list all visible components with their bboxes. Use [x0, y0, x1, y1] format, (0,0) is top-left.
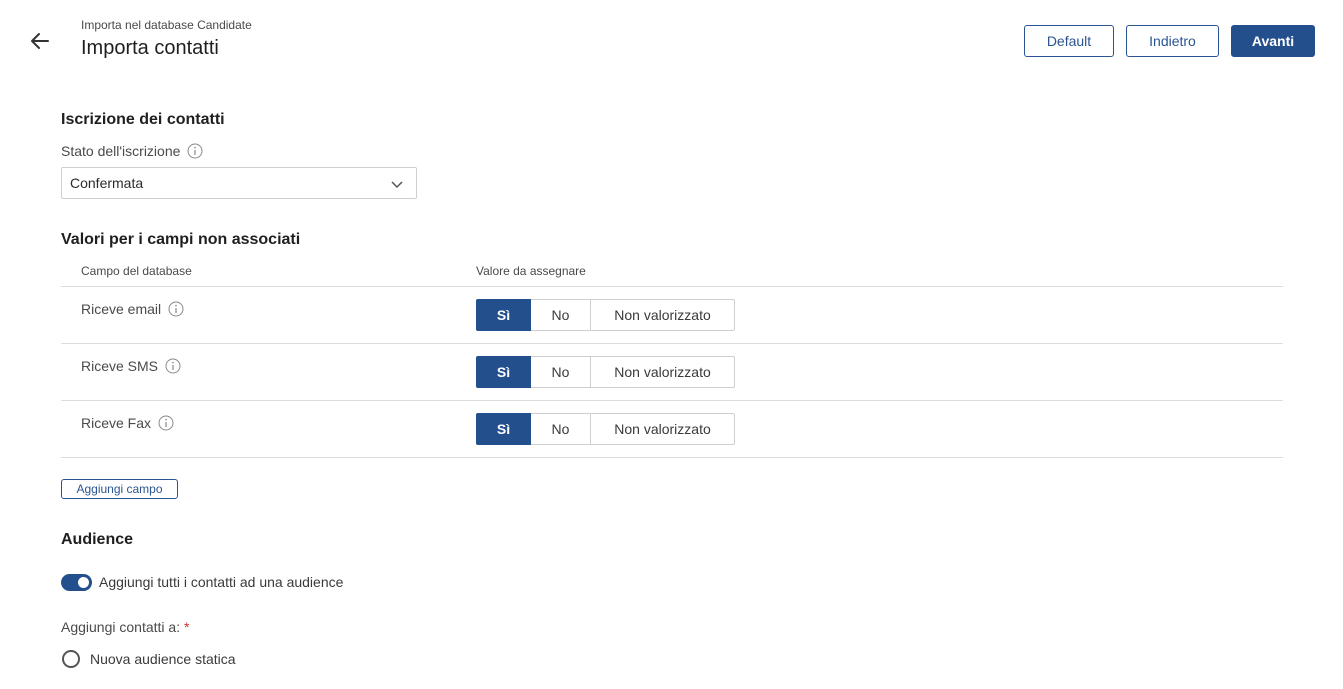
divider: [61, 343, 1283, 344]
option-no[interactable]: No: [531, 413, 591, 445]
option-not-set[interactable]: Non valorizzato: [590, 356, 735, 388]
back-button[interactable]: Indietro: [1126, 25, 1219, 57]
option-yes[interactable]: Sì: [476, 299, 531, 331]
audience-toggle-label: Aggiungi tutti i contatti ad una audienc…: [99, 574, 344, 590]
field-name: Riceve email: [81, 301, 162, 317]
table-row-label: Riceve SMS: [81, 358, 181, 374]
subscription-status-select[interactable]: Confermata: [61, 167, 417, 199]
default-button[interactable]: Default: [1024, 25, 1114, 57]
audience-section-title: Audience: [61, 531, 134, 548]
table-row-label: Riceve Fax: [81, 415, 174, 431]
info-icon[interactable]: [165, 358, 181, 374]
audience-toggle[interactable]: [61, 574, 92, 591]
table-row-label: Riceve email: [81, 301, 184, 317]
value-segmented-control: Sì No Non valorizzato: [476, 299, 735, 331]
field-name: Riceve Fax: [81, 415, 152, 431]
option-not-set[interactable]: Non valorizzato: [590, 413, 735, 445]
new-static-audience-label: Nuova audience statica: [90, 651, 236, 667]
next-button[interactable]: Avanti: [1231, 25, 1315, 57]
info-icon[interactable]: [168, 301, 184, 317]
value-segmented-control: Sì No Non valorizzato: [476, 356, 735, 388]
page-title: Importa contatti: [81, 37, 219, 59]
divider: [61, 286, 1283, 287]
toggle-knob: [78, 577, 89, 588]
subscription-section-title: Iscrizione dei contatti: [61, 111, 225, 128]
subscription-status-label: Stato dell'iscrizione: [61, 143, 203, 159]
option-yes[interactable]: Sì: [476, 356, 531, 388]
back-arrow-button[interactable]: [28, 30, 52, 52]
info-icon[interactable]: [158, 415, 174, 431]
required-indicator: *: [183, 619, 190, 635]
subscription-status-label-text: Stato dell'iscrizione: [61, 143, 181, 159]
unmapped-section-title: Valori per i campi non associati: [61, 231, 301, 248]
add-contacts-to-label: Aggiungi contatti a: *: [61, 619, 189, 635]
breadcrumb: Importa nel database Candidate: [81, 18, 252, 32]
add-contacts-to-text: Aggiungi contatti a:: [61, 619, 181, 635]
new-static-audience-radio[interactable]: [62, 650, 80, 668]
divider: [61, 400, 1283, 401]
chevron-down-icon: [391, 181, 403, 189]
divider: [61, 457, 1283, 458]
option-yes[interactable]: Sì: [476, 413, 531, 445]
option-no[interactable]: No: [531, 356, 591, 388]
add-field-button[interactable]: Aggiungi campo: [61, 479, 178, 499]
column-header-field: Campo del database: [81, 264, 192, 278]
column-header-value: Valore da assegnare: [476, 264, 586, 278]
field-name: Riceve SMS: [81, 358, 159, 374]
subscription-status-value: Confermata: [70, 175, 144, 191]
info-icon[interactable]: [187, 143, 203, 159]
arrow-left-icon: [31, 33, 49, 49]
value-segmented-control: Sì No Non valorizzato: [476, 413, 735, 445]
option-no[interactable]: No: [531, 299, 591, 331]
option-not-set[interactable]: Non valorizzato: [590, 299, 735, 331]
